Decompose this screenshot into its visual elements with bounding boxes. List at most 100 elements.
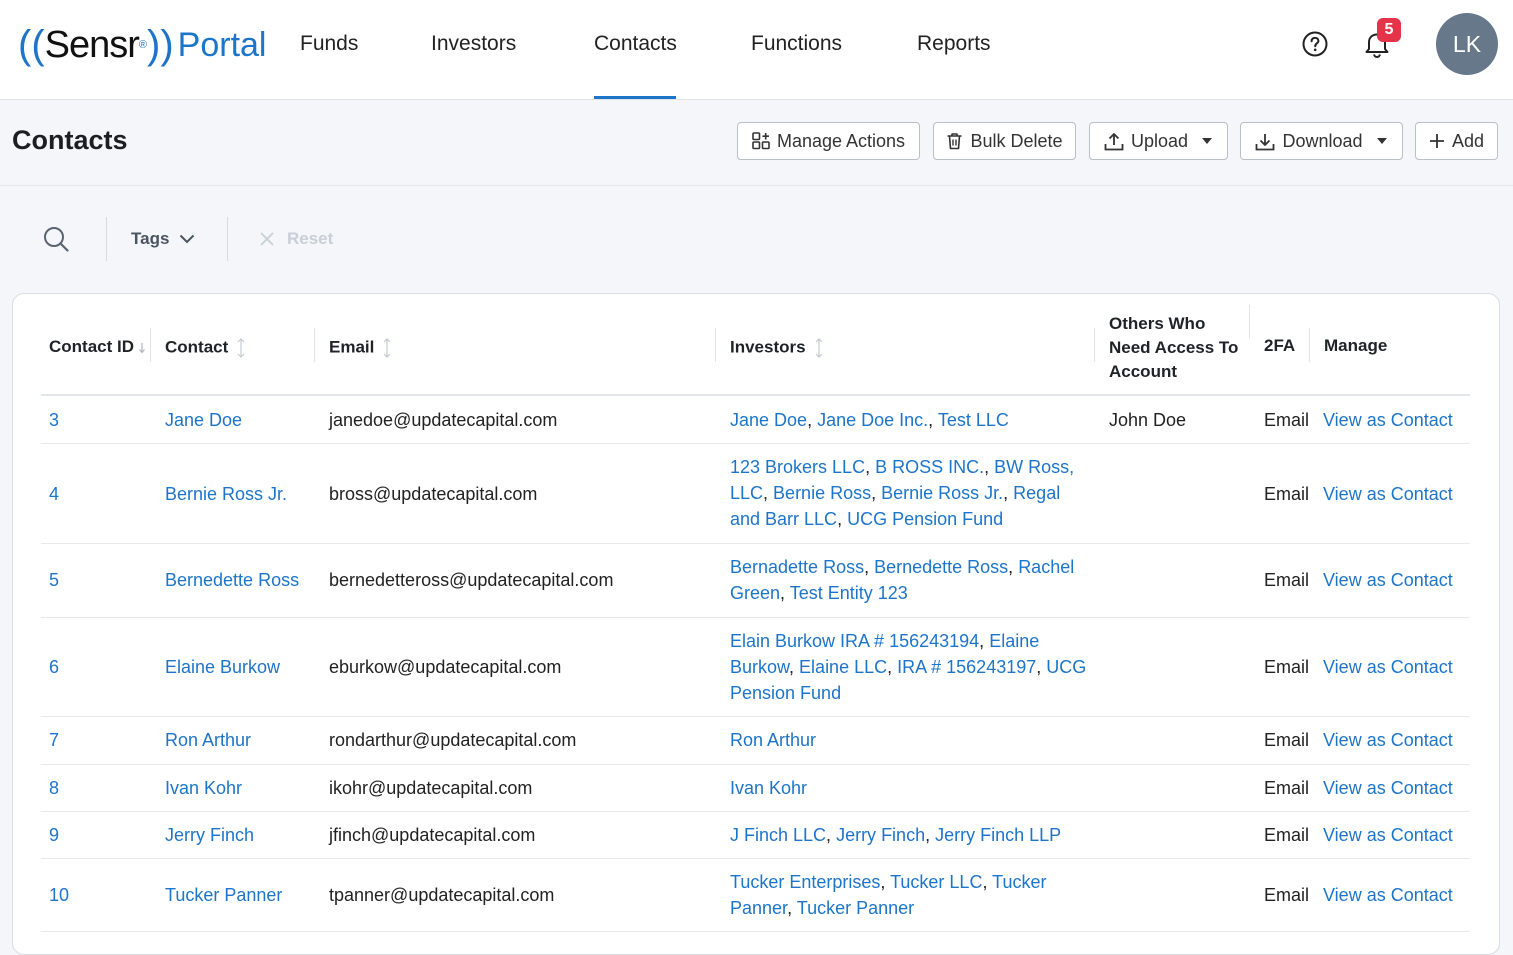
column-header-investors[interactable]: Investors: [730, 337, 824, 359]
investor-link[interactable]: Ron Arthur: [730, 730, 816, 750]
contact-id-link[interactable]: 5: [49, 567, 59, 593]
column-header-email-label: Email: [329, 337, 375, 357]
investor-link[interactable]: IRA # 156243197: [897, 657, 1036, 677]
add-contact-button[interactable]: Add: [1415, 122, 1498, 160]
investor-list: 123 Brokers LLC, B ROSS INC., BW Ross, L…: [730, 457, 1075, 529]
investor-list: Jane Doe, Jane Doe Inc., Test LLC: [730, 410, 1009, 430]
filter-separator: [227, 217, 228, 261]
investor-link[interactable]: Bernie Ross Jr.: [881, 483, 1003, 503]
view-as-contact-link[interactable]: View as Contact: [1323, 882, 1453, 908]
contact-name-link[interactable]: Jane Doe: [165, 407, 242, 433]
column-separator: [1094, 328, 1095, 362]
twofa-method: Email: [1264, 885, 1310, 905]
view-as-contact-link[interactable]: View as Contact: [1323, 775, 1453, 801]
download-label: Download: [1282, 130, 1363, 151]
sort-icon: [383, 338, 391, 358]
investor-link[interactable]: Elain Burkow IRA # 156243194: [730, 631, 979, 651]
contact-id-link[interactable]: 10: [49, 882, 69, 908]
contact-id-link[interactable]: 7: [49, 727, 59, 753]
upload-dropdown-button[interactable]: Upload: [1089, 122, 1228, 160]
header-divider: [0, 185, 1513, 186]
investor-link[interactable]: Jane Doe: [730, 410, 807, 430]
investor-link[interactable]: Jerry Finch LLP: [935, 825, 1061, 845]
contact-email: bross@updatecapital.com: [329, 484, 538, 504]
investor-list: J Finch LLC, Jerry Finch, Jerry Finch LL…: [730, 825, 1062, 845]
nav-funds[interactable]: Funds: [300, 32, 358, 56]
column-header-contact[interactable]: Contact: [165, 337, 246, 359]
contact-id-link[interactable]: 6: [49, 654, 59, 680]
view-as-contact-link[interactable]: View as Contact: [1323, 407, 1453, 433]
contact-id-link[interactable]: 4: [49, 481, 59, 507]
sensr-portal-logo[interactable]: (( Sensr ® )) Portal: [18, 20, 267, 70]
investor-link[interactable]: Bernie Ross: [773, 483, 871, 503]
add-label: Add: [1451, 130, 1485, 151]
row-divider: [41, 443, 1470, 444]
user-avatar[interactable]: LK: [1436, 13, 1498, 75]
nav-contacts[interactable]: Contacts: [594, 32, 677, 56]
contact-name-link[interactable]: Ivan Kohr: [165, 775, 242, 801]
column-header-2fa: 2FA: [1264, 336, 1296, 355]
investor-list: Elain Burkow IRA # 156243194, Elaine Bur…: [730, 631, 1087, 703]
investor-link[interactable]: 123 Brokers LLC: [730, 457, 865, 477]
column-header-manage: Manage: [1324, 336, 1388, 355]
investor-link[interactable]: J Finch LLC: [730, 825, 826, 845]
contact-name-link[interactable]: Bernie Ross Jr.: [165, 481, 287, 507]
investor-link[interactable]: Ivan Kohr: [730, 778, 807, 798]
investor-list: Ron Arthur: [730, 727, 1090, 753]
manage-actions-button[interactable]: Manage Actions: [737, 122, 920, 160]
investor-link[interactable]: Elaine LLC: [799, 657, 887, 677]
twofa-method: Email: [1264, 657, 1310, 677]
investor-link[interactable]: Test Entity 123: [790, 583, 908, 603]
investor-link[interactable]: Bernadette Ross: [730, 557, 864, 577]
nav-reports[interactable]: Reports: [917, 32, 991, 56]
reset-filters-button[interactable]: Reset: [259, 229, 333, 249]
column-header-others-access: Others Who Need Access To Account: [1109, 312, 1238, 384]
contact-id-link[interactable]: 3: [49, 407, 59, 433]
investor-link[interactable]: Test LLC: [938, 410, 1009, 430]
notification-count-badge: 5: [1377, 18, 1401, 42]
investor-link[interactable]: Tucker Enterprises: [730, 872, 880, 892]
others-with-access: John Doe: [1109, 410, 1187, 430]
column-separator: [314, 328, 315, 362]
investor-link[interactable]: Jerry Finch: [836, 825, 925, 845]
tags-filter-dropdown[interactable]: Tags: [131, 229, 195, 249]
search-icon[interactable]: [43, 226, 69, 252]
active-nav-indicator: [594, 96, 676, 99]
manage-actions-icon: [752, 132, 770, 150]
column-header-contact-id-label: Contact ID: [49, 337, 134, 356]
contact-name-link[interactable]: Bernedette Ross: [165, 567, 299, 593]
contact-name-link[interactable]: Elaine Burkow: [165, 654, 280, 680]
caret-down-icon: [1202, 138, 1213, 144]
nav-investors[interactable]: Investors: [431, 32, 516, 56]
view-as-contact-link[interactable]: View as Contact: [1323, 567, 1453, 593]
contact-name-link[interactable]: Jerry Finch: [165, 822, 254, 848]
investor-link[interactable]: Tucker LLC: [890, 872, 982, 892]
investor-link[interactable]: Tucker Panner: [797, 898, 914, 918]
contact-id-link[interactable]: 9: [49, 822, 59, 848]
view-as-contact-link[interactable]: View as Contact: [1323, 822, 1453, 848]
tags-filter-label: Tags: [131, 229, 170, 248]
help-icon[interactable]: [1302, 31, 1328, 57]
sort-desc-icon: [139, 342, 145, 353]
row-divider: [41, 617, 1470, 618]
reset-label: Reset: [287, 229, 334, 248]
contact-name-link[interactable]: Ron Arthur: [165, 727, 251, 753]
investor-link[interactable]: B ROSS INC.: [875, 457, 984, 477]
investor-link[interactable]: Bernedette Ross: [874, 557, 1008, 577]
investor-link[interactable]: Jane Doe Inc.: [817, 410, 928, 430]
column-header-email[interactable]: Email: [329, 337, 392, 359]
logo-sub-text: Portal: [177, 25, 267, 64]
investor-link[interactable]: UCG Pension Fund: [847, 509, 1003, 529]
column-header-others-line: Account: [1109, 362, 1177, 381]
download-dropdown-button[interactable]: Download: [1240, 122, 1403, 160]
contact-email: tpanner@updatecapital.com: [329, 885, 555, 905]
column-header-contact-id[interactable]: Contact ID: [49, 337, 146, 357]
chevron-down-icon: [180, 234, 195, 244]
view-as-contact-link[interactable]: View as Contact: [1323, 727, 1453, 753]
contact-name-link[interactable]: Tucker Panner: [165, 882, 282, 908]
bulk-delete-button[interactable]: Bulk Delete: [933, 122, 1076, 160]
view-as-contact-link[interactable]: View as Contact: [1323, 481, 1453, 507]
nav-functions[interactable]: Functions: [751, 32, 842, 56]
contact-id-link[interactable]: 8: [49, 775, 59, 801]
view-as-contact-link[interactable]: View as Contact: [1323, 654, 1453, 680]
